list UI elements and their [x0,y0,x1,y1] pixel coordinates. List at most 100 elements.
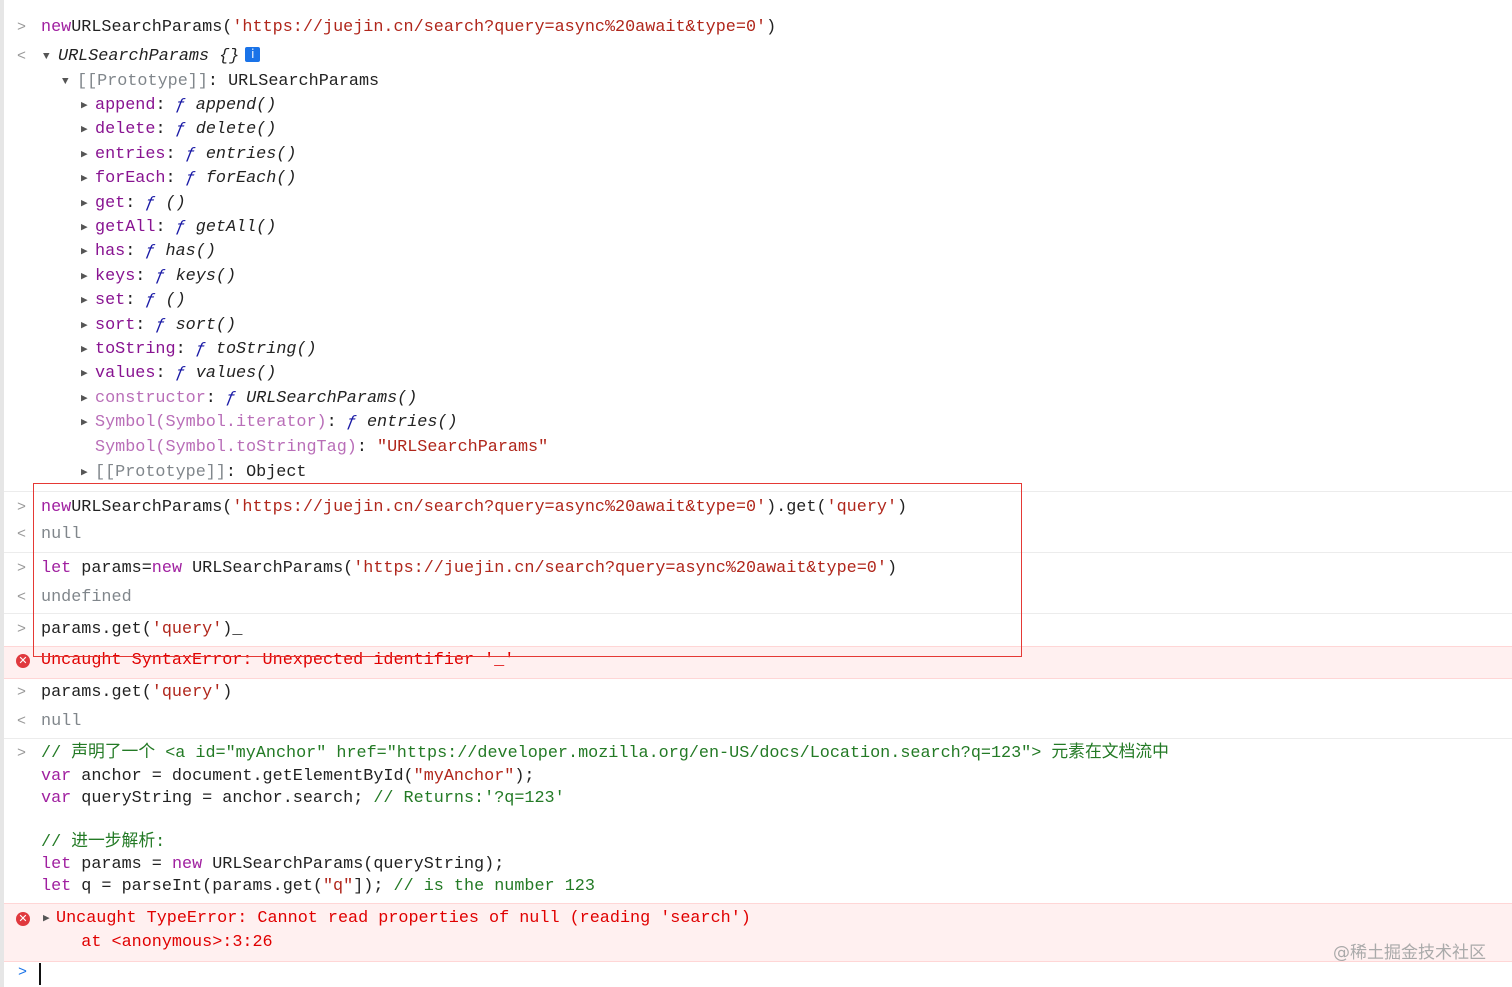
code-token: : [155,120,176,139]
code-token: entries() [205,145,297,164]
expand-triangle-icon[interactable]: ▶ [81,388,88,410]
row-divider [4,613,1512,614]
console-line[interactable]: set: ƒ () [95,290,186,312]
console-input-line: params.get('query') [41,682,232,704]
code-token: ]); [353,877,394,896]
code-token: URLSearchParams( [182,559,354,578]
code-token: URLSearchParams {} [58,47,240,66]
expand-triangle-icon[interactable]: ▶ [81,315,88,337]
code-token: queryString = anchor.search; [71,789,374,808]
code-token: null [41,525,82,544]
code-token: anchor = document.getElementById( [71,767,414,786]
console-input-line: newURLSearchParams('https://juejin.cn/se… [41,17,776,39]
console-line[interactable]: Symbol(Symbol.iterator): ƒ entries() [95,412,458,434]
console-input-line: params.get('query')_ [41,619,242,641]
code-token: : [356,438,377,457]
input-prompt-icon: > [17,621,27,638]
console-line[interactable]: [[Prototype]]: URLSearchParams [77,71,379,93]
console-line[interactable]: URLSearchParams {} i [58,46,261,68]
code-token: entries() [366,413,458,432]
info-icon[interactable]: i [245,47,261,62]
code-token: // 声明了一个 <a id="myAnchor" href="https://… [41,744,1169,763]
expand-triangle-icon[interactable]: ▶ [81,339,88,361]
code-token: URLSearchParams( [71,498,233,517]
code-token: let [41,877,72,896]
code-token: ƒ [145,291,166,310]
code-token: : [135,316,156,335]
prompt-icon: > [18,964,28,981]
expand-triangle-icon[interactable]: ▶ [81,290,88,312]
code-token: sort [95,316,136,335]
code-token: [[Prototype]] [95,463,226,482]
error-icon: ✕ [16,912,30,926]
code-token: : [125,291,146,310]
expand-triangle-icon[interactable]: ▶ [81,144,88,166]
expand-triangle-icon[interactable]: ▶ [81,241,88,263]
collapse-triangle-icon[interactable]: ▼ [62,71,69,93]
expand-triangle-icon[interactable]: ▶ [81,95,88,117]
code-token: ƒ [145,194,166,213]
code-token: append() [195,96,277,115]
watermark: @稀土掘金技术社区 [1333,943,1486,963]
code-token: Uncaught TypeError: Cannot read properti… [56,909,751,928]
console-line[interactable]: sort: ƒ sort() [95,315,236,337]
code-token: has() [165,242,216,261]
code-token: 'query' [826,498,898,517]
code-token: ƒ [195,340,216,359]
collapse-triangle-icon[interactable]: ▼ [43,46,50,68]
code-token: : [125,194,146,213]
code-token: append [95,96,156,115]
console-line[interactable]: forEach: ƒ forEach() [95,168,296,190]
code-token: () [165,194,186,213]
code-token: : [165,169,186,188]
expand-triangle-icon[interactable]: ▶ [81,119,88,141]
console-line[interactable]: has: ƒ has() [95,241,216,263]
row-divider [4,552,1512,553]
code-token: ƒ [175,218,196,237]
console-line: Symbol(Symbol.toStringTag): "URLSearchPa… [95,437,548,459]
code-token: new [41,18,72,37]
expand-triangle-icon[interactable]: ▶ [81,193,88,215]
code-token: let [41,855,72,874]
console-line[interactable]: get: ƒ () [95,193,186,215]
console-line: // 进一步解析: [41,832,165,854]
expand-triangle-icon[interactable]: ▶ [81,412,88,434]
expand-triangle-icon[interactable]: ▶ [81,363,88,385]
result-arrow-icon: < [17,713,27,730]
code-token: Symbol(Symbol.iterator) [95,413,327,432]
code-token: values [95,364,156,383]
code-token: var [41,767,72,786]
code-token: : [175,340,196,359]
code-token: 'query' [151,620,223,639]
error-message[interactable]: Uncaught TypeError: Cannot read properti… [56,908,751,930]
code-token: set [95,291,126,310]
console-line: let q = parseInt(params.get("q"]); // is… [41,876,595,898]
console-line[interactable]: [[Prototype]]: Object [95,462,307,484]
console-line[interactable]: getAll: ƒ getAll() [95,217,276,239]
console-line[interactable]: keys: ƒ keys() [95,266,236,288]
input-prompt-icon: > [17,19,27,36]
console-line: undefined [41,587,132,609]
console-line[interactable]: delete: ƒ delete() [95,119,276,141]
console-line: at <anonymous>:3:26 [41,932,272,954]
code-token: : [326,413,347,432]
code-token: get [95,194,126,213]
console-line[interactable]: entries: ƒ entries() [95,144,296,166]
console-line: let params = new URLSearchParams(querySt… [41,854,504,876]
console-line[interactable]: values: ƒ values() [95,363,276,385]
code-token: "q" [322,877,354,896]
console-line[interactable]: constructor: ƒ URLSearchParams() [95,388,417,410]
error-icon: ✕ [16,654,30,668]
code-token: toString [95,340,176,359]
console-line[interactable]: append: ƒ append() [95,95,276,117]
console-line[interactable]: toString: ƒ toString() [95,339,317,361]
expand-triangle-icon[interactable]: ▶ [81,266,88,288]
expand-triangle-icon[interactable]: ▶ [81,462,88,484]
code-token: 'https://juejin.cn/search?query=async%20… [232,18,767,37]
console-input[interactable] [39,963,41,985]
code-token: var [41,789,72,808]
row-divider [4,491,1512,492]
expand-triangle-icon[interactable]: ▶ [81,217,88,239]
expand-triangle-icon[interactable]: ▶ [81,168,88,190]
expand-triangle-icon[interactable]: ▶ [43,908,50,930]
